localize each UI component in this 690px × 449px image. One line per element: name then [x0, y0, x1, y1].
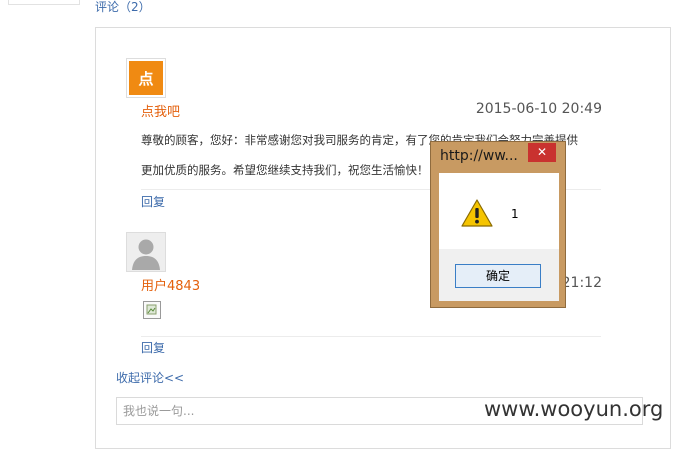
merchant-logo-icon: 点: [129, 61, 163, 95]
divider: [141, 336, 601, 337]
dialog-body: 1 确定: [439, 173, 559, 301]
comment-username[interactable]: 用户4843: [141, 275, 200, 294]
close-button[interactable]: ✕: [528, 143, 556, 162]
reply-link[interactable]: 回复: [141, 339, 165, 356]
top-left-box: [8, 0, 80, 5]
warning-icon: [461, 199, 493, 227]
default-user-icon: [127, 233, 165, 271]
watermark: www.wooyun.org: [484, 397, 664, 421]
avatar[interactable]: [126, 232, 166, 272]
comment-date: 21:12: [561, 275, 602, 291]
dialog-message: 1: [511, 207, 519, 221]
collapse-comments-link[interactable]: 收起评论<<: [116, 369, 184, 386]
close-icon: ✕: [536, 145, 548, 159]
broken-image-icon: [143, 301, 161, 319]
reply-link[interactable]: 回复: [141, 193, 165, 210]
comment-date: 2015-06-10 20:49: [475, 101, 602, 117]
dialog-title: http://ww...: [440, 148, 518, 164]
comments-tab[interactable]: 评论（2）: [95, 0, 151, 15]
comment-username[interactable]: 点我吧: [141, 101, 180, 120]
avatar[interactable]: 点: [126, 58, 166, 98]
dialog-footer: 确定: [439, 249, 559, 301]
ok-button[interactable]: 确定: [455, 264, 541, 288]
alert-dialog: http://ww... ✕ 1 确定: [430, 141, 566, 308]
